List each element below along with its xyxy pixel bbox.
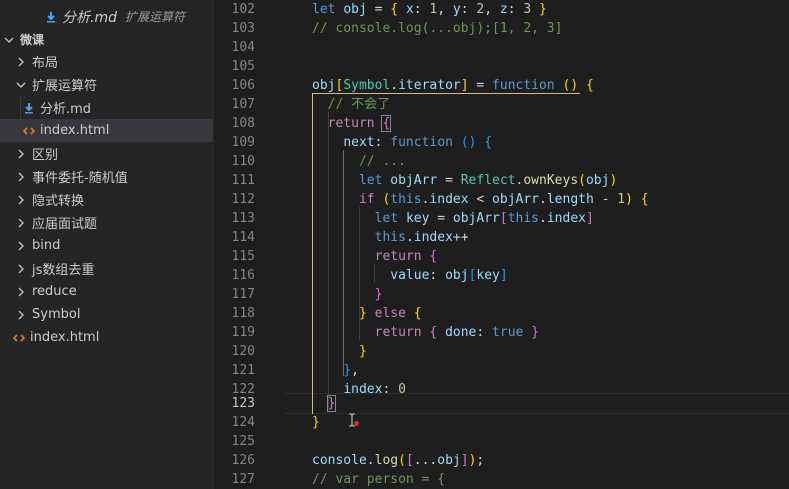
code-line[interactable]: },	[312, 361, 359, 380]
code-line[interactable]: console.log([...obj]);	[312, 451, 484, 470]
chevron-down-icon	[14, 78, 28, 92]
tree-item-file-selected[interactable]: index.html	[0, 119, 213, 142]
tree-item-label: 分析.md	[40, 102, 92, 117]
tree-item-label: 扩展运算符	[32, 79, 98, 94]
line-number: 103	[231, 21, 255, 36]
code-line[interactable]: if (this.index < objArr.length - 1) {	[312, 190, 649, 209]
explorer-sidebar: 分析.md 扩展运算符 微课 布局 扩展运算符 分析.md index.html…	[0, 0, 214, 489]
chevron-right-icon	[14, 216, 28, 230]
line-number: 120	[231, 344, 255, 359]
pointer-dot	[354, 421, 359, 426]
tree-item-label: 隐式转换	[32, 194, 85, 209]
chevron-right-icon	[14, 147, 28, 161]
tree-item-label: 事件委托-随机值	[32, 171, 128, 186]
line-number: 127	[231, 472, 255, 487]
chevron-right-icon	[14, 285, 28, 299]
code-editor[interactable]: 102 103 104 105 106 107 108 109 110 111 …	[214, 0, 789, 489]
tree-item-label: 布局	[32, 56, 59, 71]
line-number: 109	[231, 135, 255, 150]
html-file-icon	[22, 124, 36, 138]
code-line-active[interactable]: }	[312, 394, 337, 413]
tree-item-folder[interactable]: 应届面试题	[0, 211, 213, 234]
tree-item-file[interactable]: index.html	[0, 326, 213, 349]
tree-item-label: index.html	[40, 123, 110, 138]
code-line[interactable]: return { done: true }	[312, 323, 539, 342]
tree-item-folder[interactable]: bind	[0, 234, 213, 257]
line-number: 110	[231, 154, 255, 169]
line-number: 125	[231, 434, 255, 449]
line-number: 116	[231, 268, 255, 283]
code-line[interactable]: let objArr = Reflect.ownKeys(obj)	[312, 171, 617, 190]
code-line[interactable]: return {	[312, 247, 438, 266]
open-editor-description: 扩展运算符	[124, 10, 185, 24]
tree-item-folder[interactable]: Symbol	[0, 303, 213, 326]
code-line[interactable]: }	[312, 285, 383, 304]
root-folder-label: 微课	[20, 33, 45, 47]
line-number: 112	[231, 192, 255, 207]
html-file-icon	[12, 331, 26, 345]
line-number: 105	[231, 59, 255, 74]
code-line[interactable]: // console.log(...obj);[1, 2, 3]	[312, 19, 562, 38]
code-line[interactable]: }	[312, 342, 367, 361]
line-number: 113	[231, 211, 255, 226]
tree-item-label: 区别	[32, 148, 59, 163]
code-line[interactable]: return {	[312, 114, 392, 133]
line-number: 107	[231, 97, 255, 112]
tree-item-folder[interactable]: 区别	[0, 142, 213, 165]
markdown-file-icon	[22, 101, 36, 115]
chevron-right-icon	[14, 262, 28, 276]
line-number: 104	[231, 40, 255, 55]
tree-item-label: 应届面试题	[32, 217, 98, 232]
line-number: 106	[231, 78, 255, 93]
chevron-right-icon	[14, 193, 28, 207]
line-number: 124	[231, 415, 255, 430]
open-editor-name: 分析.md	[62, 9, 117, 26]
line-number: 102	[231, 2, 255, 17]
tree-item-folder[interactable]: 布局	[0, 50, 213, 73]
tree-item-label: js数组去重	[32, 263, 95, 278]
code-line[interactable]: let obj = { x: 1, y: 2, z: 3 }	[312, 0, 547, 19]
line-number: 121	[231, 363, 255, 378]
line-number: 111	[231, 173, 255, 188]
code-line[interactable]: // ...	[312, 152, 406, 171]
code-line[interactable]: let key = objArr[this.index]	[312, 209, 594, 228]
code-line[interactable]: // var person = {	[312, 470, 445, 489]
chevron-right-icon	[14, 170, 28, 184]
code-line[interactable]: }	[312, 413, 320, 432]
chevron-right-icon	[14, 308, 28, 322]
code-line[interactable]: // 不会了	[312, 95, 390, 114]
tree-item-label: index.html	[30, 330, 100, 345]
markdown-file-icon	[44, 10, 58, 24]
chevron-down-icon	[2, 33, 16, 47]
tree-item-folder[interactable]: 扩展运算符	[0, 73, 213, 96]
line-number-active: 123	[231, 396, 255, 411]
line-number: 126	[231, 453, 255, 468]
tree-item-label: Symbol	[32, 307, 81, 322]
chevron-right-icon	[14, 55, 28, 69]
code-line[interactable]: this.index++	[312, 228, 469, 247]
tree-item-label: bind	[32, 238, 61, 253]
tree-item-folder[interactable]: js数组去重	[0, 257, 213, 280]
tree-item-file[interactable]: 分析.md	[0, 96, 213, 119]
line-number: 119	[231, 325, 255, 340]
open-editor-item[interactable]: 分析.md 扩展运算符	[0, 5, 213, 28]
tree-item-folder[interactable]: 隐式转换	[0, 188, 213, 211]
chevron-right-icon	[14, 239, 28, 253]
tree-item-label: reduce	[32, 284, 77, 299]
code-line[interactable]: } else {	[312, 304, 422, 323]
line-number: 118	[231, 306, 255, 321]
code-line[interactable]: obj[Symbol.iterator] = function () {	[312, 76, 594, 95]
tree-item-folder[interactable]: reduce	[0, 280, 213, 303]
line-number: 115	[231, 249, 255, 264]
line-number: 108	[231, 116, 255, 131]
tree-item-folder[interactable]: 事件委托-随机值	[0, 165, 213, 188]
line-number: 114	[231, 230, 255, 245]
line-number: 117	[231, 287, 255, 302]
root-folder[interactable]: 微课	[0, 28, 213, 51]
code-line[interactable]: next: function () {	[312, 133, 492, 152]
code-line[interactable]: value: obj[key]	[312, 266, 507, 285]
